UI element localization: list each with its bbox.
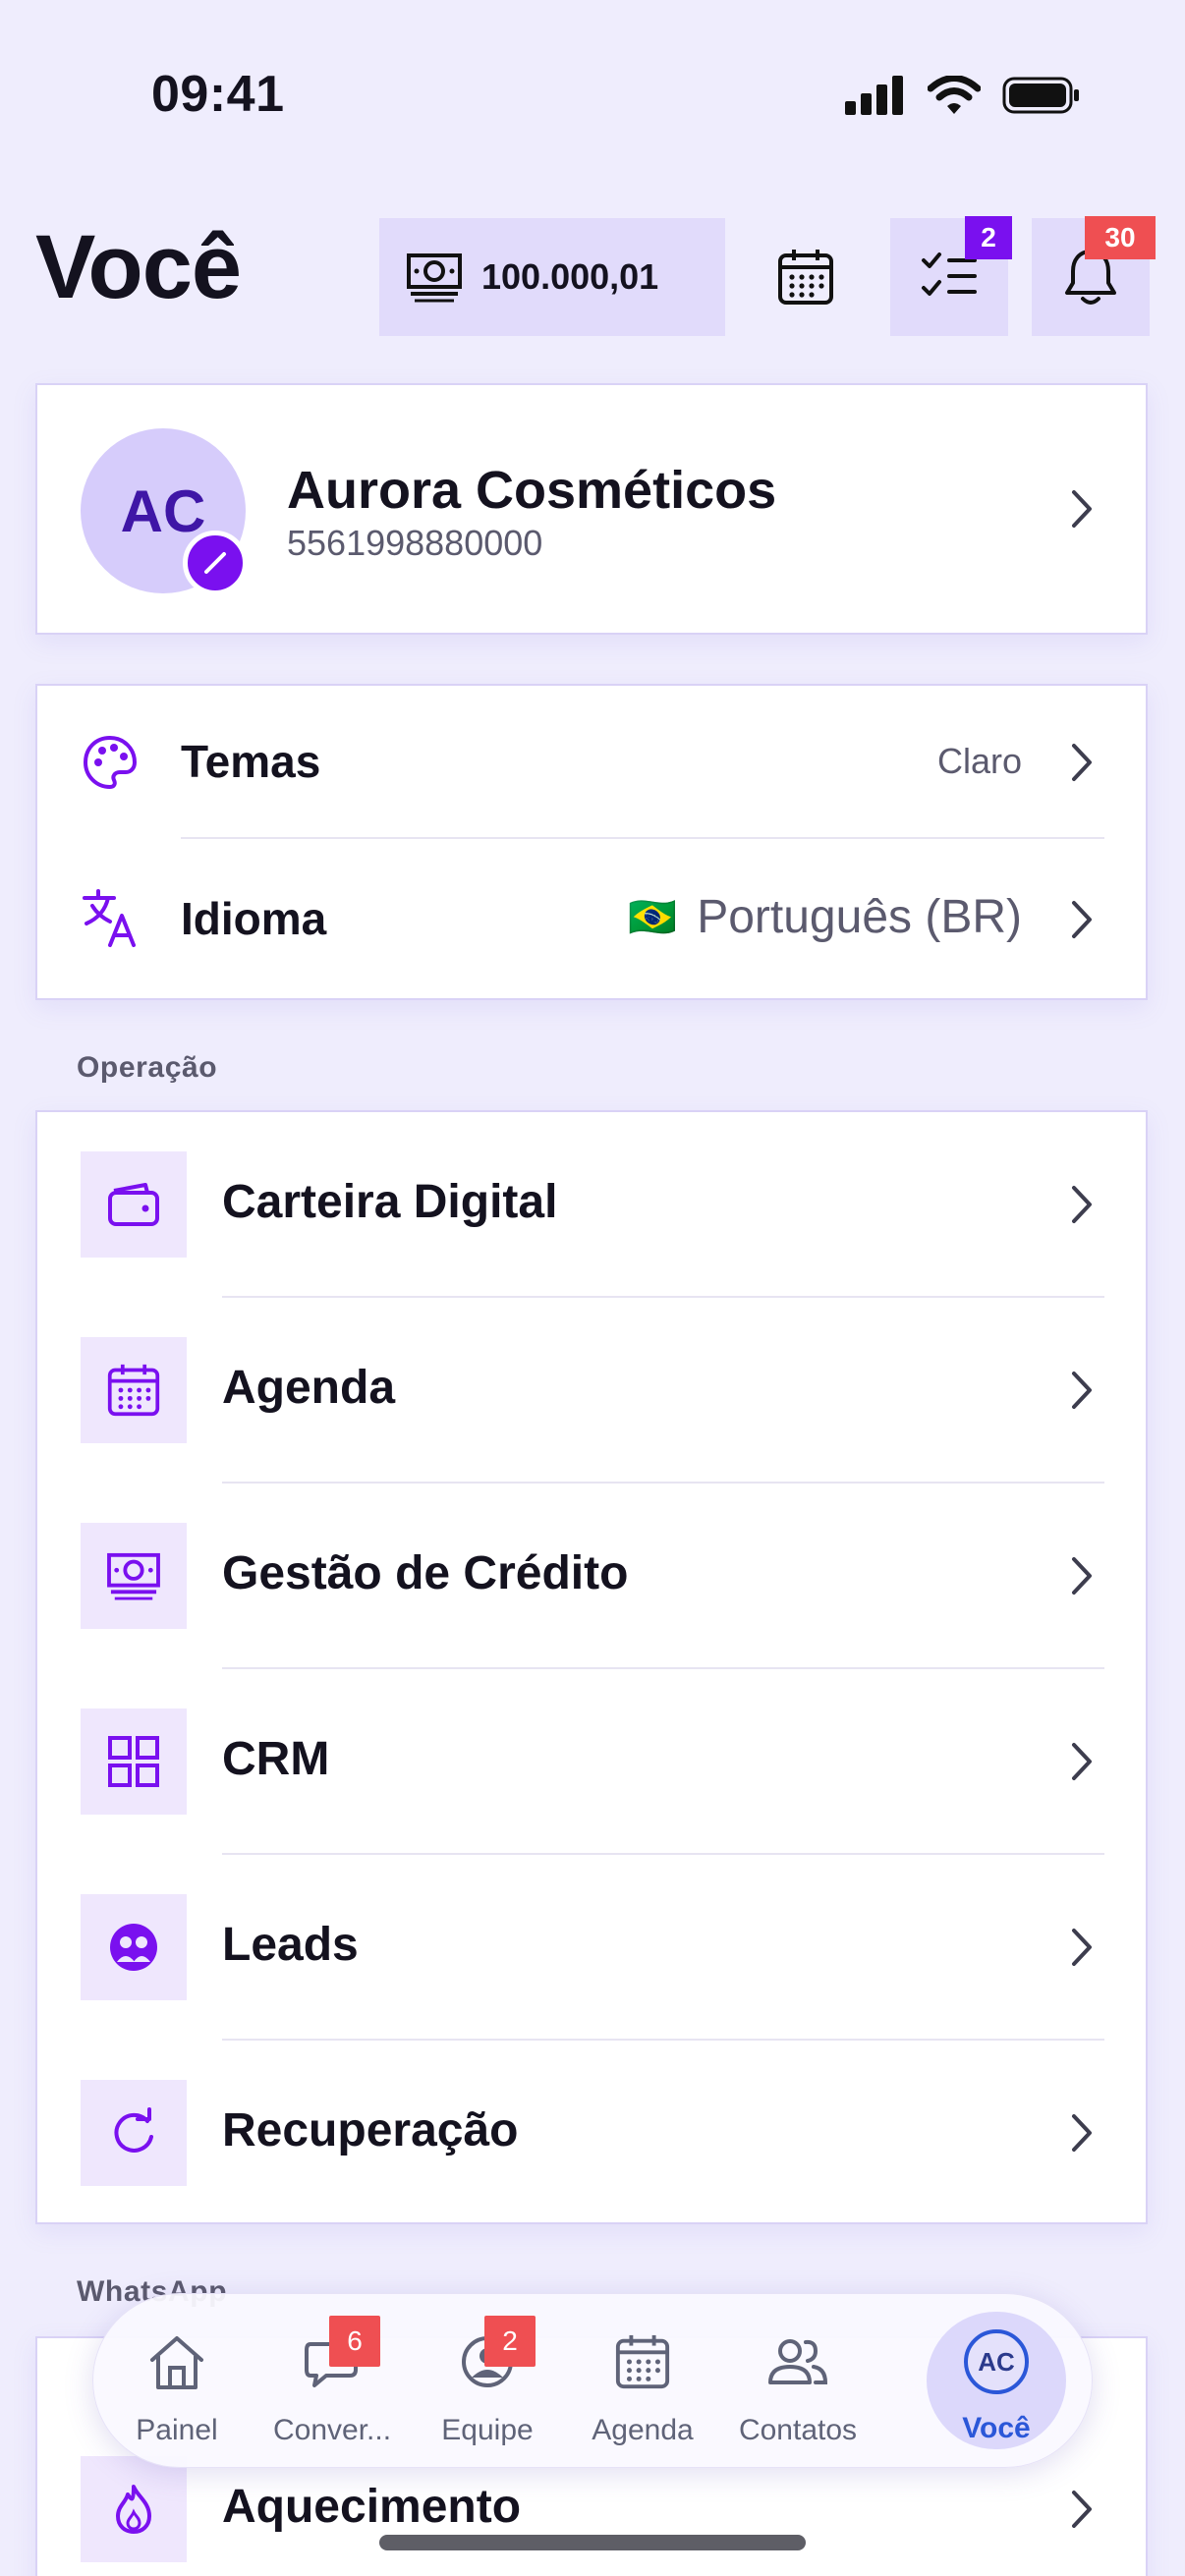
profile-phone: 5561998880000 xyxy=(287,523,543,563)
chevron-right-icon xyxy=(1072,1557,1092,1595)
tab-painel[interactable]: Painel xyxy=(103,2294,251,2469)
money-icon xyxy=(407,253,462,303)
chevron-right-icon xyxy=(1072,1186,1092,1223)
notifications-button[interactable]: 30 xyxy=(1032,216,1156,336)
tab-label: Conver... xyxy=(272,2414,392,2446)
tab-agenda[interactable]: Agenda xyxy=(569,2294,716,2469)
menu-item-label: CRM xyxy=(222,1733,330,1785)
menu-item-crm[interactable]: CRM xyxy=(37,1669,1146,1855)
calendar-button[interactable] xyxy=(747,218,865,336)
notifications-badge: 30 xyxy=(1085,216,1156,259)
signal-icon xyxy=(845,76,903,115)
tab-label: Equipe xyxy=(441,2414,534,2446)
wallet-icon xyxy=(81,1151,187,1258)
chevron-right-icon xyxy=(1072,490,1092,528)
calendar-icon xyxy=(778,250,833,305)
chevron-right-icon xyxy=(1072,2114,1092,2152)
brazil-flag-icon: 🇧🇷 xyxy=(628,896,678,939)
menu-item-leads[interactable]: Leads xyxy=(37,1855,1146,2041)
balance-button[interactable]: 100.000,01 xyxy=(379,218,725,336)
translate-icon xyxy=(83,889,136,947)
pencil-icon xyxy=(204,552,226,574)
refresh-icon xyxy=(81,2080,187,2186)
conversations-badge: 6 xyxy=(329,2316,380,2367)
language-label: Idioma xyxy=(181,893,327,944)
leads-icon xyxy=(81,1894,187,2000)
edit-avatar-button[interactable] xyxy=(183,531,248,595)
palette-icon xyxy=(83,735,138,790)
tab-voce[interactable]: AC Você xyxy=(927,2312,1066,2449)
tasks-badge: 2 xyxy=(965,216,1012,259)
menu-item-label: Carteira Digital xyxy=(222,1176,558,1228)
tab-label: Painel xyxy=(136,2414,218,2446)
menu-item-carteira-digital[interactable]: Carteira Digital xyxy=(37,1112,1146,1298)
battery-icon xyxy=(1002,77,1079,114)
money-icon xyxy=(81,1523,187,1629)
home-indicator xyxy=(379,2535,806,2550)
chevron-right-icon xyxy=(1072,1929,1092,1966)
tab-conversas[interactable]: 6 Conver... xyxy=(258,2294,406,2469)
status-bar: 09:41 xyxy=(0,0,1185,196)
calendar-icon xyxy=(81,1337,187,1443)
theme-value: Claro xyxy=(936,741,1022,781)
menu-item-label: Gestão de Crédito xyxy=(222,1547,629,1599)
profile-card[interactable]: AC Aurora Cosméticos 5561998880000 xyxy=(35,383,1148,635)
language-value: Português (BR) xyxy=(697,891,1022,943)
tab-label: Agenda xyxy=(592,2414,694,2446)
balance-value: 100.000,01 xyxy=(481,256,659,297)
chevron-right-icon xyxy=(1072,1372,1092,1409)
status-time: 09:41 xyxy=(151,66,285,123)
tab-label: Contatos xyxy=(738,2414,858,2446)
avatar-initials: AC xyxy=(120,477,206,544)
calendar-icon xyxy=(610,2329,675,2394)
page-title: Você xyxy=(35,217,242,317)
contacts-icon xyxy=(765,2329,830,2394)
menu-item-agenda[interactable]: Agenda xyxy=(37,1298,1146,1484)
avatar-icon: AC xyxy=(964,2329,1029,2394)
tab-contatos[interactable]: Contatos xyxy=(724,2294,872,2469)
home-icon xyxy=(144,2329,209,2394)
section-title-operation: Operação xyxy=(77,1051,218,1084)
language-row[interactable]: Idioma 🇧🇷 Português (BR) xyxy=(37,839,1146,1000)
chevron-right-icon xyxy=(1072,744,1092,781)
tab-label: Você xyxy=(962,2412,1031,2444)
menu-item-label: Leads xyxy=(222,1919,359,1971)
settings-card: Temas Claro Idioma 🇧🇷 Português (BR) xyxy=(35,684,1148,1000)
tab-equipe[interactable]: 2 Equipe xyxy=(414,2294,561,2469)
status-icons xyxy=(845,73,1081,118)
menu-item-label: Recuperação xyxy=(222,2104,519,2156)
theme-label: Temas xyxy=(181,736,321,787)
menu-item-label: Agenda xyxy=(222,1362,396,1414)
flame-icon xyxy=(81,2456,187,2562)
profile-name: Aurora Cosméticos xyxy=(287,461,777,520)
chevron-right-icon xyxy=(1072,901,1092,938)
operation-card: Carteira Digital Agenda Gestão de Crédit… xyxy=(35,1110,1148,2224)
team-badge: 2 xyxy=(484,2316,536,2367)
menu-item-gestao-de-credito[interactable]: Gestão de Crédito xyxy=(37,1484,1146,1669)
wifi-icon xyxy=(928,76,981,114)
language-value-group: 🇧🇷 Português (BR) xyxy=(628,890,1022,944)
tasks-button[interactable]: 2 xyxy=(890,216,1012,336)
chevron-right-icon xyxy=(1072,2491,1092,2528)
tab-avatar-initials: AC xyxy=(964,2329,1029,2394)
menu-item-recuperacao[interactable]: Recuperação xyxy=(37,2041,1146,2226)
theme-row[interactable]: Temas Claro xyxy=(37,686,1146,839)
chevron-right-icon xyxy=(1072,1743,1092,1780)
tab-bar: Painel 6 Conver... 2 Equipe Agenda Conta… xyxy=(92,2293,1093,2468)
grid-icon xyxy=(81,1708,187,1815)
menu-item-label: Aquecimento xyxy=(222,2481,522,2533)
